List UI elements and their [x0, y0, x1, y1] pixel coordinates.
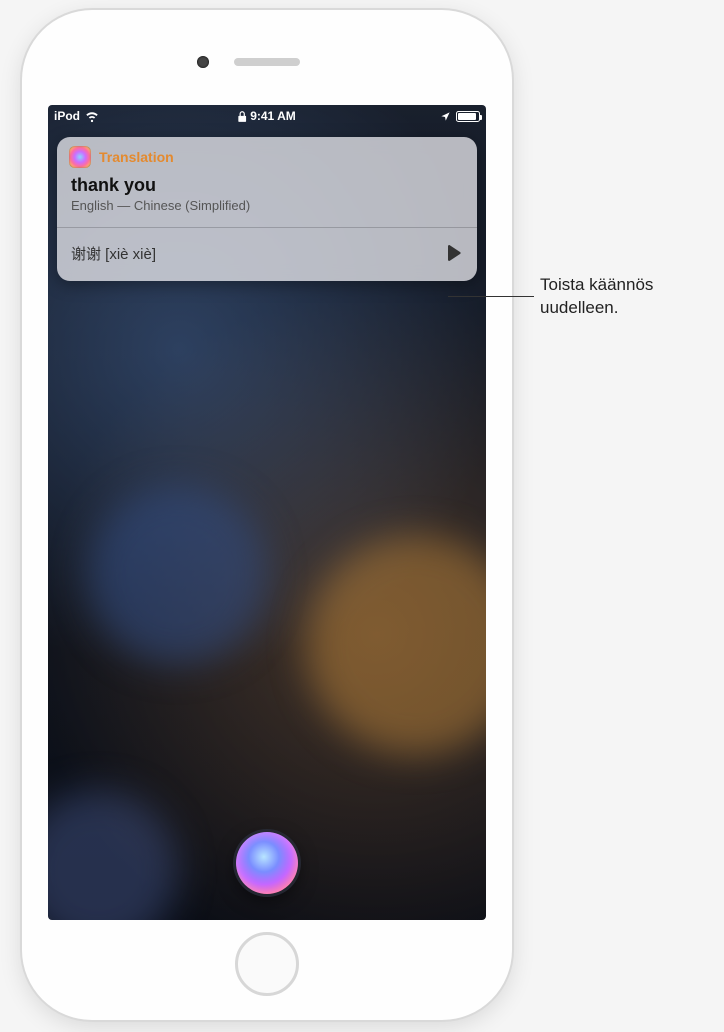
status-bar: iPod 9:41 AM: [48, 105, 486, 127]
battery-icon: [456, 111, 480, 122]
callout-leader-line: [448, 296, 534, 297]
translation-result-row: 谢谢 [xiè xiè]: [57, 228, 477, 281]
callout-line-1: Toista käännös: [540, 275, 653, 294]
background-blur: [306, 535, 486, 755]
background-blur: [48, 790, 178, 920]
home-button[interactable]: [235, 932, 299, 996]
card-header: Translation: [57, 137, 477, 175]
siri-app-icon: [69, 146, 91, 168]
card-body: thank you English — Chinese (Simplified): [57, 175, 477, 217]
source-phrase: thank you: [71, 175, 463, 196]
wifi-icon: [85, 109, 99, 123]
background-blur: [88, 485, 268, 665]
front-camera: [197, 56, 209, 68]
carrier-label: iPod: [54, 109, 80, 123]
language-pair: English — Chinese (Simplified): [71, 198, 463, 213]
translation-card[interactable]: Translation thank you English — Chinese …: [57, 137, 477, 281]
siri-orb-button[interactable]: [236, 832, 298, 894]
lock-icon: [238, 111, 246, 122]
card-title: Translation: [99, 149, 174, 165]
play-translation-button[interactable]: [439, 238, 469, 268]
screen: iPod 9:41 AM: [48, 105, 486, 920]
device-frame: iPod 9:41 AM: [22, 10, 512, 1020]
callout-text: Toista käännös uudelleen.: [540, 274, 715, 320]
callout-line-2: uudelleen.: [540, 298, 618, 317]
clock-label: 9:41 AM: [250, 109, 296, 123]
play-icon: [447, 245, 461, 261]
speaker-grille: [234, 58, 300, 66]
translation-result: 谢谢 [xiè xiè]: [71, 243, 156, 264]
location-icon: [440, 111, 451, 122]
